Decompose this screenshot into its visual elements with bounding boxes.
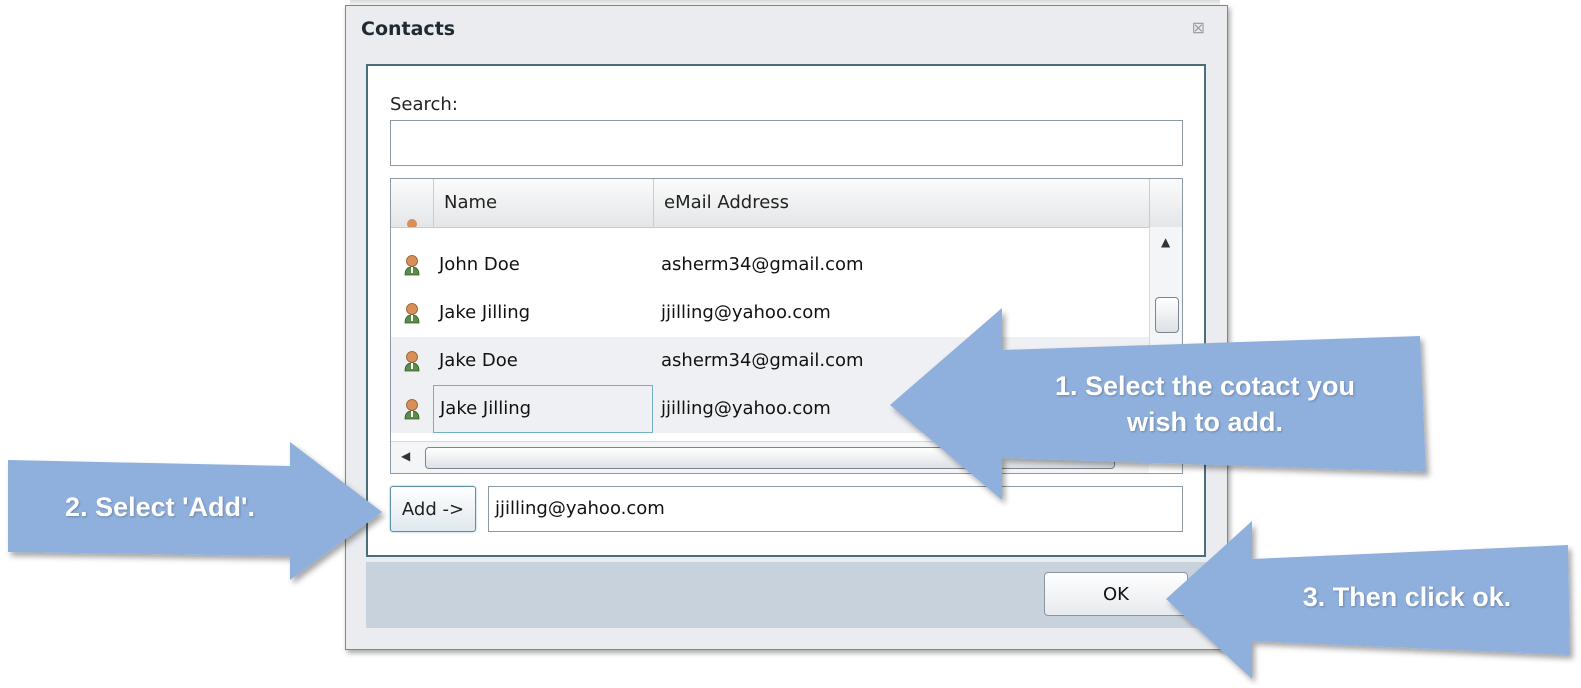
contact-person-icon <box>401 302 423 324</box>
close-icon[interactable]: ⊠ <box>1192 18 1205 37</box>
table-row-partial <box>391 179 1149 227</box>
dialog-titlebar: Contacts ⊠ <box>346 6 1227 54</box>
scroll-up-icon[interactable]: ▲ <box>1161 235 1170 249</box>
search-label: Search: <box>390 94 458 115</box>
callout-step1-line2: wish to add. <box>1126 407 1283 437</box>
header-filler <box>1149 179 1182 227</box>
contact-email: asherm34@gmail.com <box>661 254 864 275</box>
contact-name: John Doe <box>439 254 520 275</box>
add-button[interactable]: Add -> <box>390 486 476 532</box>
contact-person-icon <box>401 350 423 372</box>
contact-name: Jake Doe <box>439 350 518 371</box>
callout-step1-line1: 1. Select the cotact you <box>1054 371 1356 401</box>
table-row[interactable]: John Doe asherm34@gmail.com <box>391 241 1149 289</box>
contact-person-icon <box>401 398 423 420</box>
dialog-footer: OK <box>366 562 1206 628</box>
scroll-left-icon[interactable]: ◀ <box>401 449 410 463</box>
callout-step3-text: 3. Then click ok. <box>1302 582 1512 612</box>
callout-step2-text: 2. Select 'Add'. <box>65 492 255 522</box>
contact-name[interactable]: Jake Jilling <box>433 385 653 433</box>
dialog-title: Contacts <box>361 18 456 40</box>
contact-person-icon <box>401 254 423 276</box>
search-input[interactable] <box>390 120 1183 166</box>
contact-name: Jake Jilling <box>439 302 531 323</box>
contact-person-icon <box>401 217 423 227</box>
callout-step1-text: 1. Select the cotact you wish to add. <box>1010 368 1400 440</box>
